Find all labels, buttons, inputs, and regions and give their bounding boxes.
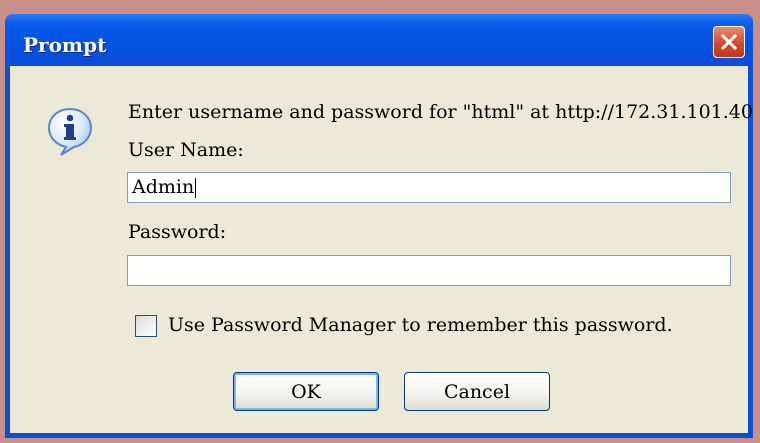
dialog-body: Enter username and password for "html" a… [10,66,753,433]
prompt-message: Enter username and password for "html" a… [128,101,753,123]
prompt-dialog: Prompt Enter username and password for "… [5,14,753,438]
window-title: Prompt [23,33,107,57]
cancel-button[interactable]: Cancel [404,372,550,411]
username-field[interactable]: Admin [127,172,731,203]
username-label: User Name: [128,139,244,161]
close-button[interactable] [713,26,745,58]
password-label: Password: [128,221,227,243]
ok-button[interactable]: OK [233,372,379,411]
username-value: Admin [132,176,195,198]
text-caret [195,178,197,198]
close-icon [720,33,738,51]
info-icon [47,107,93,156]
remember-password-checkbox[interactable] [135,315,157,337]
password-field[interactable] [127,255,731,286]
title-bar[interactable]: Prompt [5,14,753,66]
remember-password-label[interactable]: Use Password Manager to remember this pa… [168,314,673,336]
